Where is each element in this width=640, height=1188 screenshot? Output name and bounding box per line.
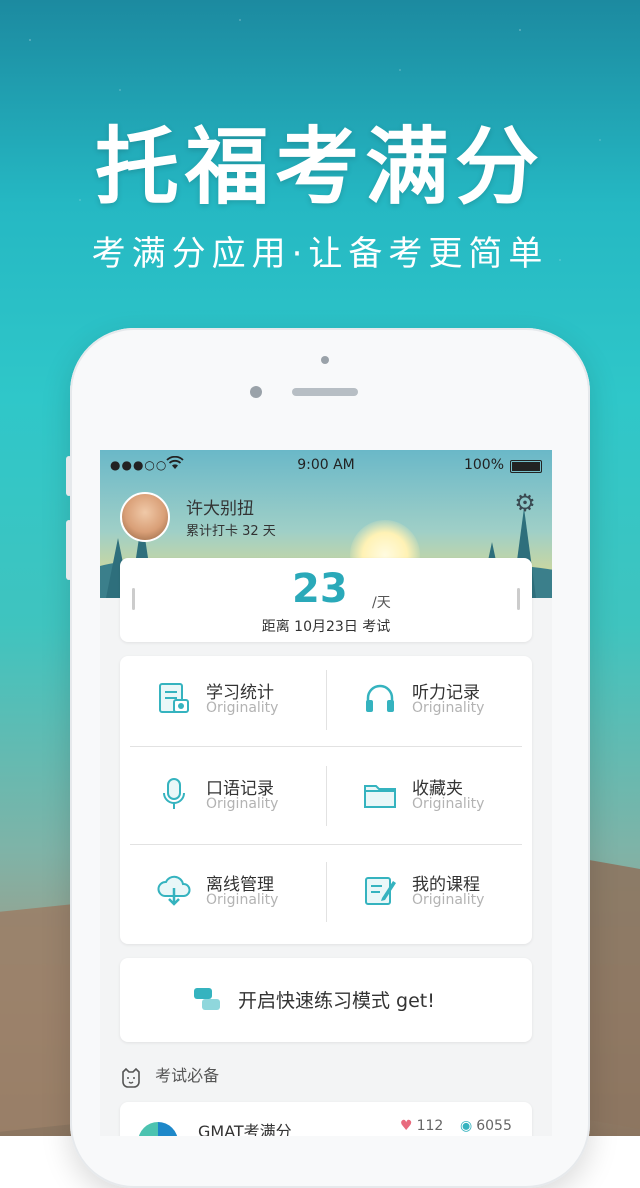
headphones-icon	[362, 680, 398, 716]
quick-practice-label: 开启快速练习模式 get!	[238, 990, 435, 1012]
item-name: GMAT考满分	[198, 1122, 292, 1136]
feature-sub: Originality	[412, 700, 485, 716]
view-count: ◉ 6055	[460, 1118, 512, 1134]
card-tick	[517, 588, 520, 610]
side-button	[66, 520, 72, 580]
divider	[326, 862, 327, 922]
hero-subtitle: 考满分应用·让备考更简单	[91, 234, 549, 274]
microphone-icon	[156, 776, 192, 812]
app-logo	[138, 1122, 178, 1136]
checkin-count: 累计打卡 32 天	[186, 524, 276, 539]
countdown-card: 23 /天 距离 10月23日 考试	[120, 558, 532, 642]
battery-icon	[510, 460, 542, 473]
cloud-download-icon	[156, 872, 192, 908]
list-item[interactable]: GMAT考满分 ♥ 112 ◉ 6055	[120, 1102, 532, 1136]
app-screen: ●●●○○ 9:00 AM 100% 许大别扭 累计打卡 32 天 ⚙ 23 /…	[100, 450, 552, 1136]
card-tick	[132, 588, 135, 610]
countdown-description: 距离 10月23日 考试	[261, 619, 391, 635]
section-title: 考试必备	[155, 1066, 220, 1085]
section-header: 考试必备	[120, 1062, 219, 1088]
divider	[326, 670, 327, 730]
eye-icon: ◉	[460, 1118, 473, 1134]
folder-icon	[362, 776, 398, 812]
hero-title: 托福考满分	[94, 117, 545, 216]
battery-percent: 100%	[463, 457, 504, 473]
feature-speaking-record[interactable]: 口语记录 Originality	[120, 752, 326, 848]
feature-sub: Originality	[412, 796, 485, 812]
user-name: 许大别扭	[186, 499, 254, 519]
like-count: ♥ 112	[400, 1118, 443, 1134]
feature-listening-record[interactable]: 听力记录 Originality	[326, 656, 532, 752]
avatar[interactable]	[120, 492, 170, 542]
quick-practice-button[interactable]: 开启快速练习模式 get!	[120, 958, 532, 1042]
heart-icon: ♥	[400, 1118, 413, 1134]
feature-my-courses[interactable]: 我的课程 Originality	[326, 848, 532, 944]
feature-sub: Originality	[206, 892, 279, 908]
chat-bubbles-icon	[192, 984, 222, 1014]
view-value: 6055	[476, 1118, 512, 1134]
countdown-days: 23	[292, 566, 348, 612]
status-bar: ●●●○○ 9:00 AM 100%	[100, 455, 552, 476]
feature-offline-manage[interactable]: 离线管理 Originality	[120, 848, 326, 944]
document-chart-icon	[156, 680, 192, 716]
side-button	[66, 456, 72, 496]
feature-study-stats[interactable]: 学习统计 Originality	[120, 656, 326, 752]
countdown-unit: /天	[372, 595, 391, 611]
earpiece-speaker	[292, 388, 358, 396]
gear-icon[interactable]: ⚙	[512, 490, 538, 516]
like-value: 112	[416, 1118, 444, 1134]
feature-grid: 学习统计 Originality 听力记录 Originality 口语记录 O…	[120, 656, 532, 944]
feature-sub: Originality	[206, 796, 279, 812]
feature-sub: Originality	[206, 700, 279, 716]
divider	[326, 766, 327, 826]
edit-note-icon	[362, 872, 398, 908]
cat-face-icon	[120, 1066, 142, 1088]
divider	[130, 844, 522, 845]
divider	[130, 746, 522, 747]
feature-favorites[interactable]: 收藏夹 Originality	[326, 752, 532, 848]
feature-sub: Originality	[412, 892, 485, 908]
sensor	[250, 386, 262, 398]
front-camera	[321, 356, 329, 364]
